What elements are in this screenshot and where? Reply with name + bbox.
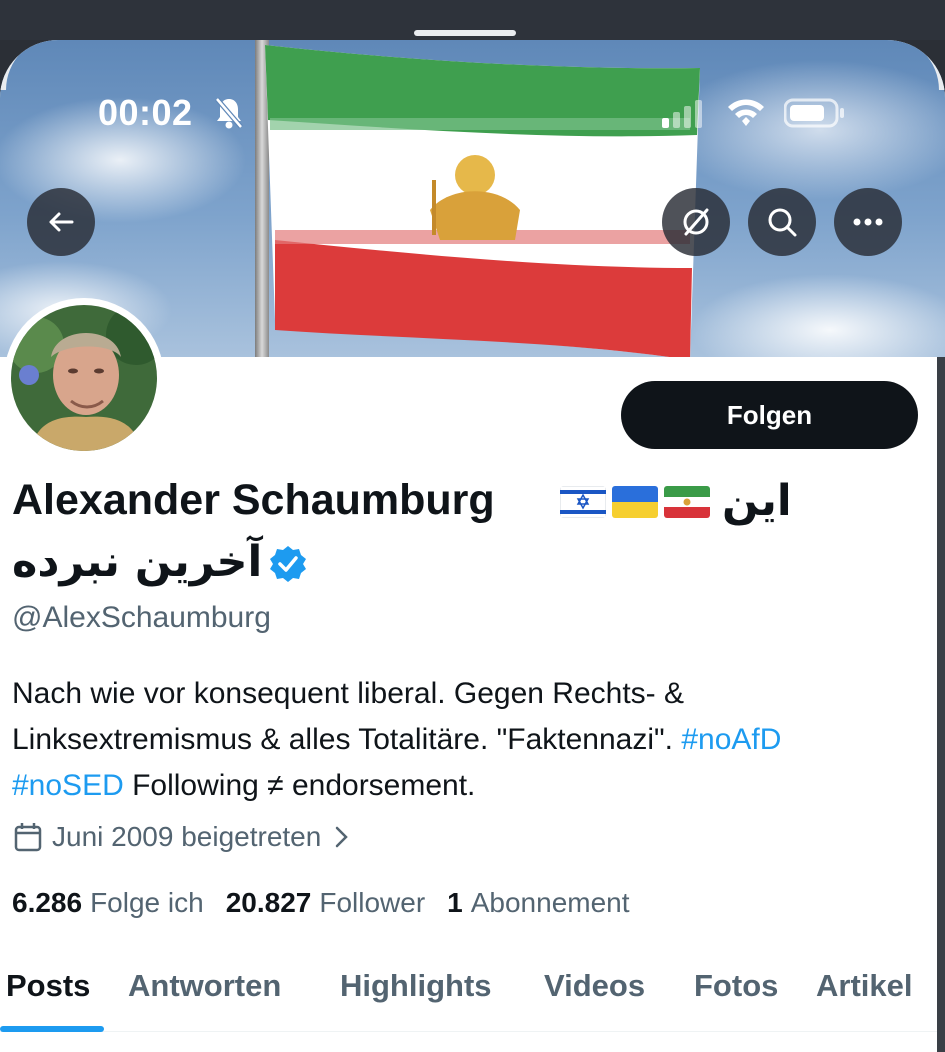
calendar-icon — [14, 823, 42, 852]
tab-posts[interactable]: Posts — [6, 968, 90, 1004]
bio-text: Linksextremismus & alles Totalitäre. "Fa… — [12, 723, 674, 756]
grok-button[interactable] — [662, 188, 730, 256]
tab-highlights[interactable]: Highlights — [340, 968, 492, 1004]
hashtag-nosed-link[interactable]: #noSED — [12, 769, 124, 802]
subscriptions-count: 1 — [447, 887, 463, 918]
followers-stat-link[interactable]: 20.827 Follower — [226, 887, 425, 919]
display-name-rtl-part2: آخرین نبرده — [12, 537, 263, 587]
search-icon — [768, 208, 797, 237]
battery-icon — [783, 98, 846, 133]
subscriptions-label: Abonnement — [470, 887, 630, 918]
arrow-left-icon — [49, 212, 74, 232]
profile-tabs: Posts Antworten Highlights Videos Fotos … — [0, 964, 945, 1032]
silent-bell-icon — [214, 96, 244, 135]
followers-label: Follower — [319, 887, 426, 918]
bio-line-3: #noSED Following ≠ endorsement. — [12, 763, 922, 809]
status-time: 00:02 — [98, 92, 193, 133]
active-tab-indicator — [0, 1026, 104, 1032]
flag-ukraine-icon — [612, 486, 658, 518]
hashtag-noafd-link[interactable]: #noAfD — [681, 723, 781, 756]
chevron-right-icon — [336, 826, 349, 848]
profile-avatar[interactable] — [4, 298, 164, 458]
display-name: Alexander Schaumburg — [12, 476, 495, 524]
profile-screen: 00:02 Folgen Alexander Schaumburg این آخ… — [0, 40, 945, 1052]
grok-icon — [683, 208, 709, 236]
device-corner-left — [0, 40, 110, 90]
profile-stats: 6.286 Folge ich 20.827 Follower 1 Abonnemen… — [12, 887, 652, 919]
following-label: Folge ich — [90, 887, 204, 918]
followers-count: 20.827 — [225, 887, 312, 918]
more-icon — [853, 218, 883, 226]
cellular-signal-icon — [662, 98, 706, 133]
joined-date-row[interactable]: Juni 2009 beigetreten — [14, 821, 349, 853]
tab-photos[interactable]: Fotos — [694, 968, 778, 1004]
tab-videos[interactable]: Videos — [544, 968, 645, 1004]
following-count: 6.286 — [12, 887, 83, 918]
wifi-icon — [726, 96, 766, 133]
profile-handle: @AlexSchaumburg — [12, 601, 271, 634]
flag-israel-icon — [560, 486, 606, 518]
subscriptions-stat-link[interactable]: 1 Abonnement — [447, 887, 629, 919]
profile-bio: Nach wie vor konsequent liberal. Gegen R… — [12, 671, 922, 809]
verified-badge-icon[interactable] — [268, 544, 308, 589]
tab-replies[interactable]: Antworten — [128, 968, 281, 1004]
flag-iran-lion-sun-icon — [664, 486, 710, 518]
name-flags — [560, 486, 710, 518]
avatar-photo — [11, 305, 157, 451]
bio-text: Following ≠ endorsement. — [132, 769, 476, 802]
more-button[interactable] — [834, 188, 902, 256]
bio-line-2: Linksextremismus & alles Totalitäre. "Fa… — [12, 717, 922, 763]
search-button[interactable] — [748, 188, 816, 256]
follow-button[interactable]: Folgen — [621, 381, 918, 449]
display-name-rtl-part1: این — [722, 476, 792, 526]
bio-line-1: Nach wie vor konsequent liberal. Gegen R… — [12, 677, 685, 710]
device-frame-right-edge — [937, 357, 945, 1052]
device-speaker-line — [414, 30, 516, 36]
joined-date-text: Juni 2009 beigetreten — [52, 821, 322, 852]
following-stat-link[interactable]: 6.286 Folge ich — [12, 887, 204, 919]
back-button[interactable] — [27, 188, 95, 256]
tab-articles[interactable]: Artikel — [816, 968, 912, 1004]
